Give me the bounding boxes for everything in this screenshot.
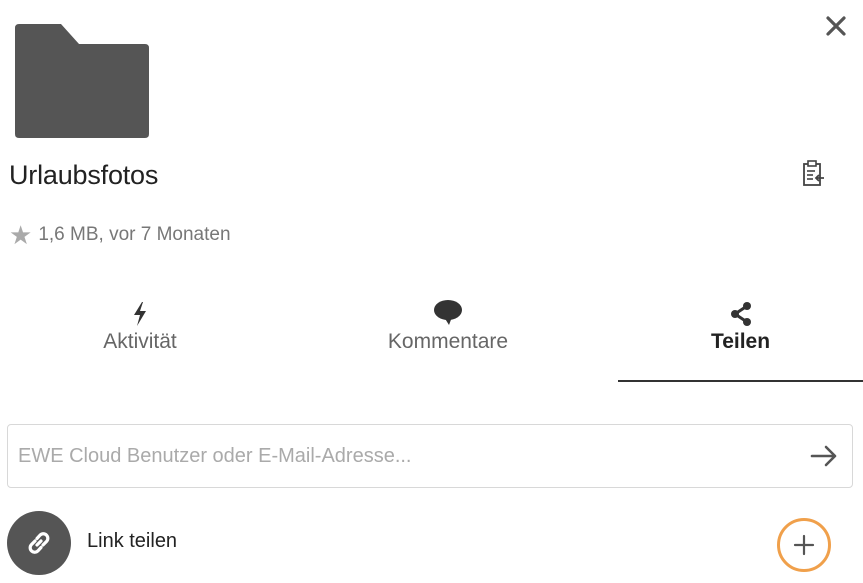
share-icon <box>730 290 752 326</box>
tab-activity-label: Aktivität <box>103 330 177 353</box>
meta-separator: , <box>98 224 110 245</box>
share-submit-button[interactable] <box>804 436 844 476</box>
link-share-label: Link teilen <box>87 530 178 552</box>
tab-sharing-label: Teilen <box>710 330 771 353</box>
close-icon <box>826 16 846 36</box>
tab-sharing[interactable]: Teilen <box>618 290 863 382</box>
copy-link-button[interactable] <box>797 156 831 192</box>
tab-bar: Aktivität Kommentare Teilen <box>0 290 863 386</box>
file-name: Urlaubsfotos <box>9 160 159 190</box>
tab-comments[interactable]: Kommentare <box>348 290 548 382</box>
file-size: 1,6 MB <box>38 224 99 245</box>
file-meta: ★ 1,6 MB, vor 7 Monaten <box>9 222 231 248</box>
link-avatar <box>7 511 71 575</box>
tab-comments-label: Kommentare <box>387 330 509 353</box>
close-button[interactable] <box>818 8 854 44</box>
active-tab-indicator <box>618 380 863 382</box>
tab-activity[interactable]: Aktivität <box>40 290 240 382</box>
arrow-right-icon <box>810 445 837 467</box>
file-modified: vor 7 Monaten <box>109 224 231 245</box>
plus-icon <box>793 534 815 556</box>
share-with-input[interactable] <box>8 425 788 487</box>
lightning-icon <box>132 290 148 326</box>
folder-icon <box>15 24 149 138</box>
link-icon <box>28 532 50 554</box>
comment-bubble-icon <box>433 290 463 326</box>
star-icon[interactable]: ★ <box>9 222 32 248</box>
add-link-button[interactable] <box>777 518 831 572</box>
share-with-field <box>7 424 853 488</box>
clipboard-icon <box>803 160 824 186</box>
link-share-row: Link teilen <box>7 511 853 575</box>
